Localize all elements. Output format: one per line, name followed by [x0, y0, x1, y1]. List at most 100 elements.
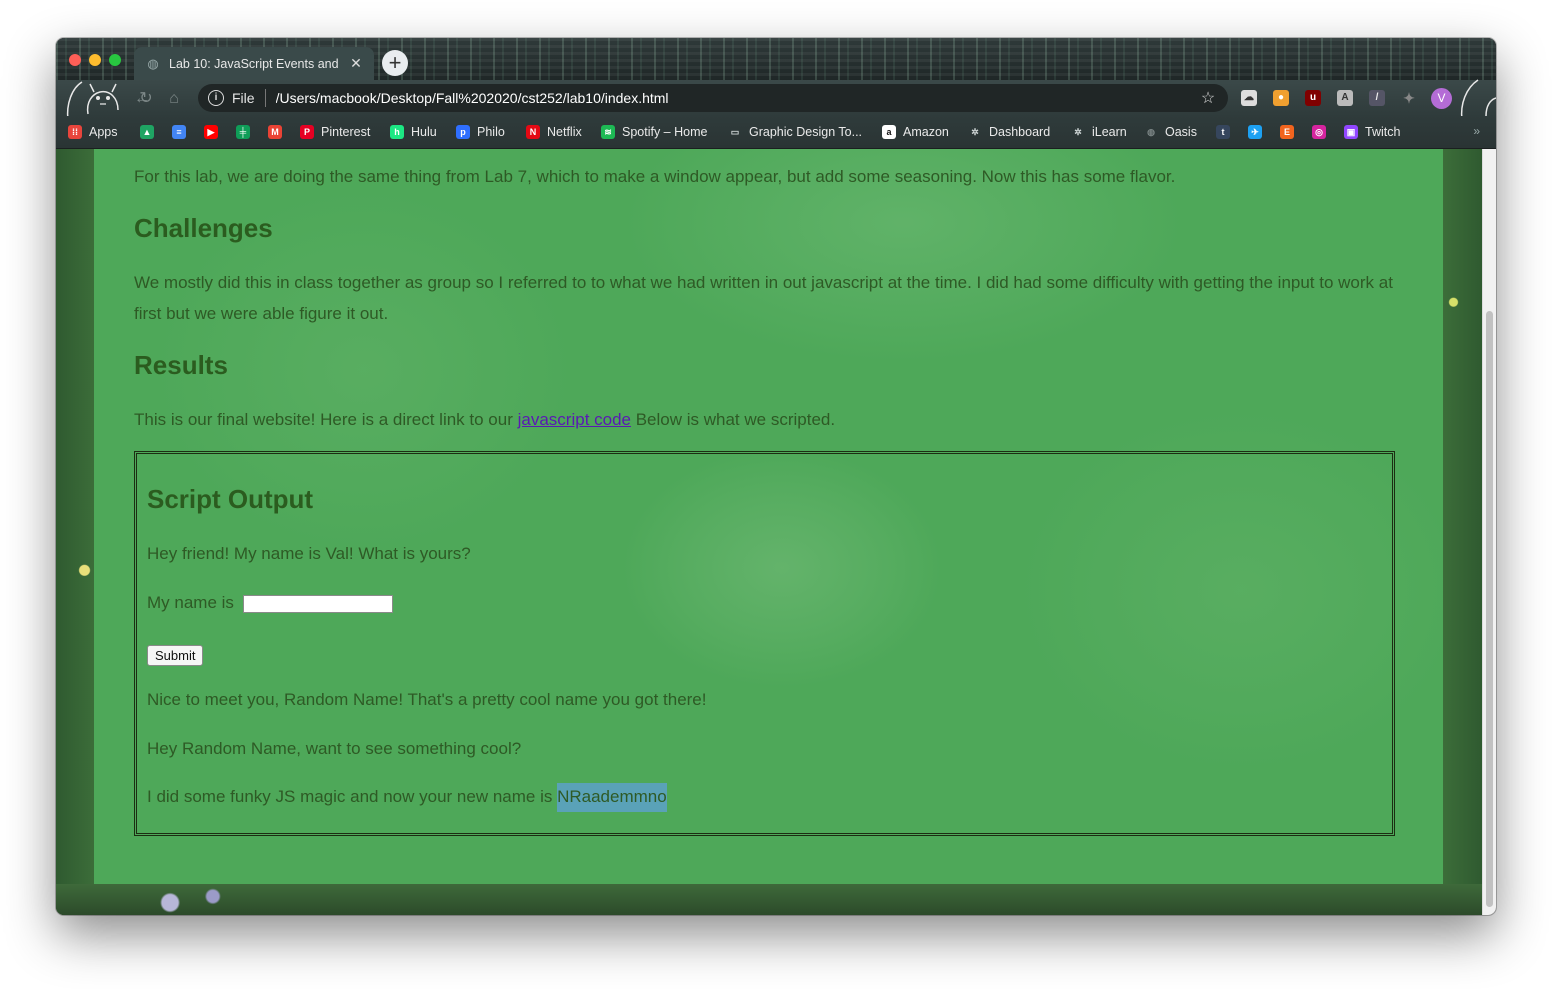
challenges-heading: Challenges	[134, 213, 273, 243]
tab-strip: ◍ Lab 10: JavaScript Events and ✕ +	[56, 38, 1496, 80]
bookmark-label: Pinterest	[321, 125, 371, 139]
bookmark-apps[interactable]: ⁞⁞ Apps	[68, 123, 118, 141]
extension-cloud-icon[interactable]: ☁	[1241, 90, 1257, 106]
extensions-puzzle-icon[interactable]: ✦	[1401, 90, 1417, 106]
extension-reader-icon[interactable]: A	[1337, 90, 1353, 106]
bookmark-google-docs[interactable]: ≡	[172, 123, 193, 141]
extension-ublock-icon[interactable]: u	[1305, 90, 1321, 106]
page-scrollbar[interactable]	[1482, 149, 1496, 915]
new-tab-button[interactable]: +	[382, 50, 408, 76]
bookmark-google-sheets[interactable]: ╪	[236, 123, 257, 141]
minimize-window-button[interactable]	[89, 54, 101, 66]
google-sheets-icon: ╪	[236, 125, 250, 139]
bookmark-twitch[interactable]: ▣ Twitch	[1344, 123, 1400, 141]
bookmark-label: Graphic Design To...	[749, 125, 863, 139]
name-label: My name is	[147, 593, 234, 612]
bookmark-google-drive[interactable]: ▲	[140, 123, 161, 141]
gmail-icon: M	[268, 125, 282, 139]
bookmark-etsy[interactable]: E	[1280, 123, 1301, 141]
bookmarks-overflow-icon[interactable]: »	[1473, 124, 1480, 138]
bookmark-tumblr[interactable]: t	[1216, 123, 1237, 141]
extension-honey-icon[interactable]: ●	[1273, 90, 1289, 106]
javascript-code-link[interactable]: javascript code	[518, 410, 631, 429]
close-window-button[interactable]	[69, 54, 81, 66]
results-heading: Results	[134, 350, 228, 380]
bookmark-dashboard[interactable]: ✲ Dashboard	[968, 123, 1050, 141]
google-docs-icon: ≡	[172, 125, 186, 139]
intro-paragraph: For this lab, we are doing the same thin…	[134, 167, 1176, 186]
totoro-theme-icon	[66, 81, 119, 121]
tab-close-icon[interactable]: ✕	[346, 55, 366, 72]
pinterest-icon: P	[300, 125, 314, 139]
challenges-paragraph: We mostly did this in class together as …	[134, 273, 1393, 323]
extension-colorpicker-icon[interactable]: /	[1369, 90, 1385, 106]
etsy-icon: E	[1280, 125, 1294, 139]
amazon-icon: a	[882, 125, 896, 139]
bookmark-hulu[interactable]: h Hulu	[390, 123, 437, 141]
script-output-box: Script Output Hey friend! My name is Val…	[134, 451, 1395, 836]
bookmark-label: Dashboard	[989, 125, 1051, 139]
address-bar[interactable]: i File /Users/macbook/Desktop/Fall%20202…	[198, 84, 1228, 112]
globe-icon: ◍	[147, 55, 159, 71]
twitter-icon: ✈	[1248, 125, 1262, 139]
bookmark-amazon[interactable]: a Amazon	[882, 123, 949, 141]
browser-toolbar: ← ↻ ⌂ i File /Users/macbook/Desktop/Fall…	[56, 79, 1496, 121]
reply-new-name: I did some funky JS magic and now your n…	[147, 783, 667, 812]
bookmark-twitter[interactable]: ✈	[1248, 123, 1269, 141]
results-text-after: Below is what we scripted.	[631, 410, 836, 429]
maximize-window-button[interactable]	[109, 54, 121, 66]
bookmark-label: Oasis	[1165, 125, 1197, 139]
bookmark-graphic-design-to[interactable]: ▭ Graphic Design To...	[728, 123, 862, 141]
page-viewport: For this lab, we are doing the same thin…	[56, 149, 1482, 915]
tumblr-icon: t	[1216, 125, 1230, 139]
spotify-icon: ≋	[601, 125, 615, 139]
netflix-icon: N	[526, 125, 540, 139]
home-icon[interactable]: ⌂	[164, 89, 184, 109]
bookmark-label: Hulu	[411, 125, 437, 139]
reply-nice-to-meet: Nice to meet you, Random Name! That's a …	[147, 690, 707, 709]
page-content: For this lab, we are doing the same thin…	[94, 149, 1443, 884]
bookmark-spotify-home[interactable]: ≋ Spotify – Home	[601, 123, 707, 141]
bookmark-youtube[interactable]: ▶	[204, 123, 225, 141]
bookmark-label: Apps	[89, 125, 118, 139]
folder-icon: ▭	[730, 127, 740, 137]
tab-title: Lab 10: JavaScript Events and	[169, 56, 339, 71]
bookmark-label: Philo	[477, 125, 505, 139]
google-drive-icon: ▲	[140, 125, 154, 139]
bookmarks-bar: ⁞⁞ Apps ▲ ≡ ▶ ╪ M P Pinterest h Hulu p Philo N Netflix…	[56, 116, 1496, 149]
globe-icon: ◍	[1147, 127, 1155, 137]
results-text-before: This is our final website! Here is a dir…	[134, 410, 518, 429]
bookmark-label: Spotify – Home	[622, 125, 708, 139]
bookmark-instagram[interactable]: ◎	[1312, 123, 1333, 141]
bookmark-label: iLearn	[1092, 125, 1127, 139]
bookmark-ilearn[interactable]: ✲ iLearn	[1071, 123, 1127, 141]
canvas-icon: ✲	[971, 127, 979, 137]
scrambled-name-selection[interactable]: NRaademmno	[557, 783, 667, 812]
bookmark-netflix[interactable]: N Netflix	[526, 123, 582, 141]
reply-something-cool: Hey Random Name, want to see something c…	[147, 739, 522, 758]
script-output-heading: Script Output	[147, 484, 314, 514]
bookmark-label: Amazon	[903, 125, 949, 139]
philo-icon: p	[456, 125, 470, 139]
bookmark-oasis[interactable]: ◍ Oasis	[1144, 123, 1197, 141]
address-url[interactable]: /Users/macbook/Desktop/Fall%202020/cst25…	[276, 90, 1198, 106]
bookmark-star-icon[interactable]: ☆	[1198, 88, 1218, 108]
bookmark-label: Twitch	[1365, 125, 1401, 139]
bookmark-philo[interactable]: p Philo	[456, 123, 505, 141]
submit-button[interactable]: Submit	[147, 645, 204, 666]
address-scheme: File	[232, 90, 255, 106]
canvas-icon: ✲	[1074, 127, 1082, 137]
youtube-icon: ▶	[204, 125, 218, 139]
bookmark-pinterest[interactable]: P Pinterest	[300, 123, 370, 141]
site-info-icon[interactable]: i	[208, 90, 224, 106]
bookmark-gmail[interactable]: M	[268, 123, 289, 141]
tab-active[interactable]: ◍ Lab 10: JavaScript Events and ✕	[134, 47, 374, 80]
name-input[interactable]	[242, 594, 393, 613]
name-row: My name is	[147, 593, 393, 613]
hulu-icon: h	[390, 125, 404, 139]
results-paragraph: This is our final website! Here is a dir…	[134, 404, 835, 435]
bookmark-label: Netflix	[547, 125, 582, 139]
scrollbar-thumb[interactable]	[1486, 311, 1493, 907]
profile-avatar[interactable]: V	[1431, 88, 1452, 109]
reload-icon[interactable]: ↻	[136, 89, 156, 109]
